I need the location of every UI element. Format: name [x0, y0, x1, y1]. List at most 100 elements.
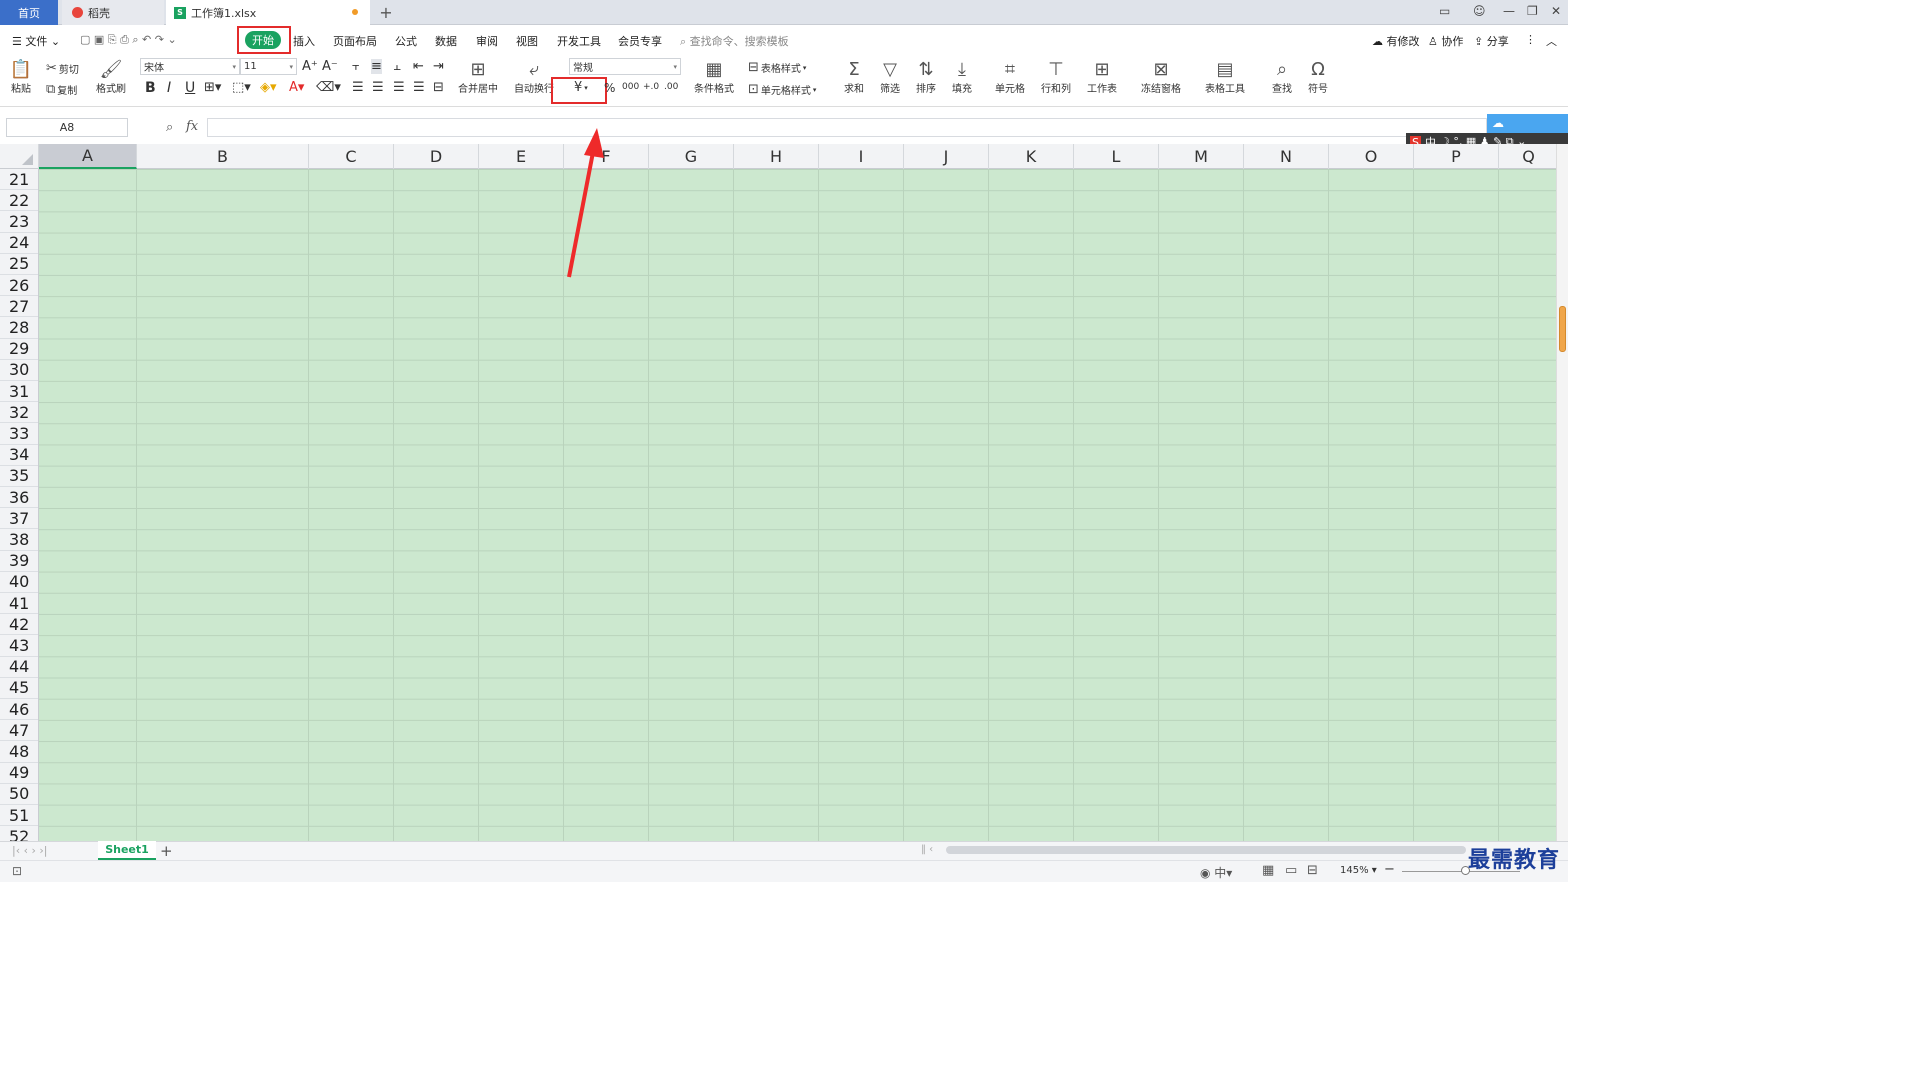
row-header-33[interactable]: 33 [0, 423, 38, 445]
column-header-k[interactable]: K [989, 144, 1074, 169]
underline-icon[interactable]: U [185, 80, 195, 96]
conditional-format-button[interactable]: ▦ 条件格式 [694, 58, 734, 96]
row-header-45[interactable]: 45 [0, 678, 38, 699]
row-header-27[interactable]: 27 [0, 296, 38, 318]
row-header-41[interactable]: 41 [0, 593, 38, 615]
menu-formula[interactable]: 公式 [395, 33, 417, 49]
row-header-47[interactable]: 47 [0, 720, 38, 742]
column-header-g[interactable]: G [649, 144, 734, 169]
row-header-39[interactable]: 39 [0, 551, 38, 572]
page-layout-view-icon[interactable]: ▭ [1285, 863, 1297, 878]
sort-button[interactable]: ⇅ 排序 [913, 58, 939, 96]
row-header-25[interactable]: 25 [0, 254, 38, 275]
row-header-52[interactable]: 52 [0, 826, 38, 841]
name-box[interactable]: A8 [6, 118, 128, 137]
column-header-c[interactable]: C [309, 144, 394, 169]
page-break-view-icon[interactable]: ⊟ [1307, 863, 1318, 878]
indent-decrease-icon[interactable]: ⇤ [413, 59, 424, 74]
fill-style-icon[interactable]: ⬚▾ [232, 80, 251, 95]
zoom-out-icon[interactable]: − [1384, 862, 1395, 877]
sum-button[interactable]: Σ 求和 [841, 58, 867, 96]
sheet-tab-sheet1[interactable]: Sheet1 [98, 841, 156, 860]
more-icon[interactable]: ⋮ [1525, 33, 1536, 46]
font-size-select[interactable]: 11 ▾ [240, 58, 297, 75]
merge-center-button[interactable]: ⊞ 合并居中 [458, 58, 498, 96]
table-style-button[interactable]: ⊟ 表格样式 ▾ [748, 60, 806, 75]
row-header-29[interactable]: 29 [0, 339, 38, 360]
hscroll-left-icon[interactable]: ‖ ‹ [921, 844, 933, 855]
column-header-l[interactable]: L [1074, 144, 1159, 169]
cut-button[interactable]: ✂ 剪切 [46, 61, 79, 76]
zoom-formula-icon[interactable]: ⌕ [166, 120, 173, 135]
column-header-e[interactable]: E [479, 144, 564, 169]
paste-button[interactable]: 📋 粘贴 [8, 58, 34, 96]
share-button[interactable]: ⇪ 分享 [1474, 33, 1509, 49]
avatar[interactable]: ☺ [1473, 4, 1486, 18]
number-format-select[interactable]: 常规 ▾ [569, 58, 681, 75]
minimize-button[interactable]: — [1503, 4, 1515, 18]
column-header-j[interactable]: J [904, 144, 989, 169]
restore-button[interactable]: ❐ [1527, 4, 1538, 18]
wrap-text-button[interactable]: ⤶ 自动换行 [514, 58, 554, 96]
column-header-f[interactable]: F [564, 144, 649, 169]
column-header-a[interactable]: A [39, 144, 137, 169]
align-right-icon[interactable]: ☰ [393, 80, 405, 95]
row-header-26[interactable]: 26 [0, 275, 38, 297]
row-header-38[interactable]: 38 [0, 529, 38, 551]
window-layout-icon[interactable]: ▭ [1439, 4, 1450, 18]
row-header-44[interactable]: 44 [0, 657, 38, 678]
menu-insert[interactable]: 插入 [293, 33, 315, 49]
column-header-n[interactable]: N [1244, 144, 1329, 169]
table-tools-button[interactable]: ▤ 表格工具 [1205, 58, 1245, 96]
filter-button[interactable]: ▽ 筛选 [877, 58, 903, 96]
align-left-icon[interactable]: ☰ [352, 80, 364, 95]
normal-view-icon[interactable]: ▦ [1262, 863, 1274, 878]
horizontal-scrollbar[interactable] [946, 846, 1466, 854]
align-bottom-icon[interactable]: ⫠ [393, 59, 401, 74]
row-header-35[interactable]: 35 [0, 466, 38, 487]
indent-increase-icon[interactable]: ⇥ [433, 59, 444, 74]
format-painter-button[interactable]: 🖌 格式刷 [96, 58, 126, 96]
row-header-28[interactable]: 28 [0, 317, 38, 339]
spreadsheet-grid[interactable]: ABCDEFGHIJKLMNOPQ 21 22 23 24 25 26 27 28 29 30 31… [0, 144, 1556, 841]
select-all-corner[interactable] [0, 144, 39, 169]
tab-workbook[interactable]: S 工作簿1.xlsx [166, 0, 370, 25]
column-header-d[interactable]: D [394, 144, 479, 169]
row-header-49[interactable]: 49 [0, 763, 38, 784]
find-button[interactable]: ⌕ 查找 [1269, 58, 1295, 96]
zoom-level[interactable]: 145% ▾ [1340, 865, 1377, 876]
row-header-46[interactable]: 46 [0, 699, 38, 721]
menu-review[interactable]: 审阅 [476, 33, 498, 49]
column-header-q[interactable]: Q [1499, 144, 1556, 169]
symbol-button[interactable]: Ω 符号 [1305, 58, 1331, 96]
increase-decimal-button[interactable]: +.0 [643, 82, 659, 92]
macro-icon[interactable]: ⊡ [12, 864, 22, 878]
eye-protect-icon[interactable]: ◉ 中▾ [1200, 864, 1232, 881]
decrease-decimal-button[interactable]: .00 [664, 82, 678, 92]
copy-button[interactable]: ⧉ 复制 [46, 82, 77, 97]
eraser-icon[interactable]: ⌫▾ [316, 80, 341, 95]
row-header-22[interactable]: 22 [0, 190, 38, 212]
column-header-b[interactable]: B [137, 144, 309, 169]
worksheet-button[interactable]: ⊞ 工作表 [1087, 58, 1117, 96]
row-header-42[interactable]: 42 [0, 614, 38, 636]
percent-button[interactable]: % [604, 81, 615, 95]
row-header-48[interactable]: 48 [0, 741, 38, 763]
close-button[interactable]: ✕ [1551, 4, 1561, 18]
row-header-40[interactable]: 40 [0, 572, 38, 593]
row-header-43[interactable]: 43 [0, 635, 38, 657]
tab-home[interactable]: 首页 [0, 0, 58, 25]
row-header-21[interactable]: 21 [0, 169, 38, 191]
font-grow-icon[interactable]: A⁺ [302, 59, 318, 74]
collapse-ribbon-icon[interactable]: ︿ [1546, 33, 1557, 49]
cell-style-button[interactable]: ⊡ 单元格样式 ▾ [748, 82, 816, 97]
new-tab-button[interactable]: + [376, 0, 396, 25]
vertical-scroll-thumb[interactable] [1559, 306, 1566, 352]
column-header-m[interactable]: M [1159, 144, 1244, 169]
menu-member[interactable]: 会员专享 [618, 33, 662, 49]
row-header-51[interactable]: 51 [0, 805, 38, 827]
column-header-h[interactable]: H [734, 144, 819, 169]
changes-button[interactable]: ☁ 有修改 [1372, 33, 1420, 49]
menu-page-layout[interactable]: 页面布局 [333, 33, 377, 49]
distribute-icon[interactable]: ⊟ [433, 80, 444, 95]
